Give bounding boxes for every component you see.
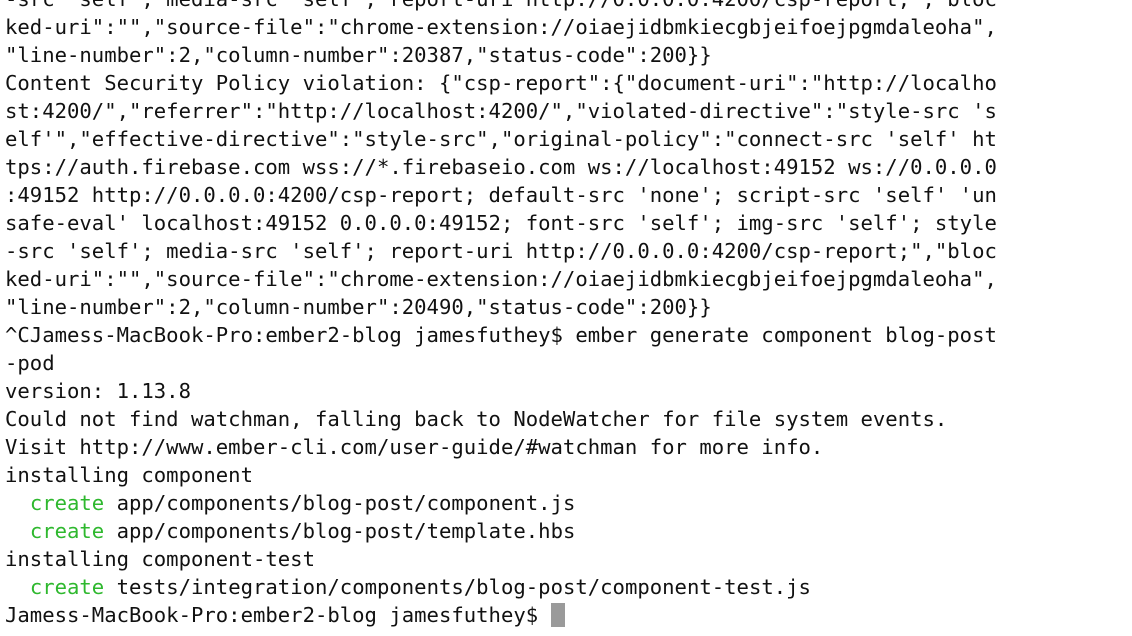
- prompt-line[interactable]: Jamess-MacBook-Pro:ember2-blog jamesfuth…: [5, 601, 997, 629]
- shell-prompt: Jamess-MacBook-Pro:ember2-blog jamesfuth…: [5, 603, 551, 627]
- create-line: create app/components/blog-post/componen…: [5, 489, 997, 517]
- output-line: tps://auth.firebase.com wss://*.firebase…: [5, 155, 997, 179]
- text-cursor[interactable]: [550, 603, 565, 627]
- created-file-path: tests/integration/components/blog-post/c…: [104, 575, 811, 599]
- output-line: "line-number":2,"column-number":20387,"s…: [5, 43, 712, 67]
- terminal-output: -src 'self'; media-src 'self'; report-ur…: [5, 0, 997, 629]
- installing-component-test-line: installing component-test: [5, 547, 315, 571]
- command-line-wrap: -pod: [5, 351, 55, 375]
- output-line: Content Security Policy violation: {"csp…: [5, 71, 997, 95]
- output-line: -src 'self'; media-src 'self'; report-ur…: [5, 239, 997, 263]
- terminal-window[interactable]: -src 'self'; media-src 'self'; report-ur…: [0, 0, 1132, 636]
- output-line: ked-uri":"","source-file":"chrome-extens…: [5, 267, 997, 291]
- output-line: :49152 http://0.0.0.0:4200/csp-report; d…: [5, 183, 997, 207]
- output-line: elf'","effective-directive":"style-src",…: [5, 127, 997, 151]
- output-line: "line-number":2,"column-number":20490,"s…: [5, 295, 712, 319]
- watchman-info-line: Visit http://www.ember-cli.com/user-guid…: [5, 435, 824, 459]
- output-line: -src 'self'; media-src 'self'; report-ur…: [5, 0, 997, 13]
- create-action: create: [29, 491, 105, 515]
- installing-component-line: installing component: [5, 463, 253, 487]
- output-line: ked-uri":"","source-file":"chrome-extens…: [5, 15, 997, 39]
- created-file-path: app/components/blog-post/component.js: [104, 491, 576, 515]
- command-line: ^CJamess-MacBook-Pro:ember2-blog jamesfu…: [5, 323, 997, 347]
- output-line: st:4200/","referrer":"http://localhost:4…: [5, 99, 997, 123]
- watchman-warning-line: Could not find watchman, falling back to…: [5, 407, 948, 431]
- create-action: create: [29, 575, 105, 599]
- create-line: create tests/integration/components/blog…: [5, 573, 997, 601]
- create-line: create app/components/blog-post/template…: [5, 517, 997, 545]
- version-line: version: 1.13.8: [5, 379, 191, 403]
- output-line: safe-eval' localhost:49152 0.0.0.0:49152…: [5, 211, 997, 235]
- create-action: create: [29, 519, 105, 543]
- created-file-path: app/components/blog-post/template.hbs: [104, 519, 576, 543]
